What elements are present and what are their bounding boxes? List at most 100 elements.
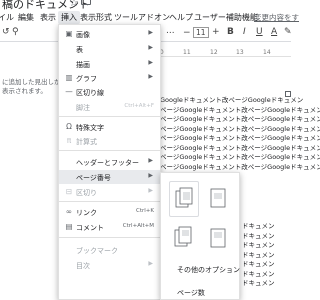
page-number-bottom-right-icon bbox=[174, 226, 192, 247]
menu-addons[interactable]: アドオン bbox=[138, 12, 170, 23]
menu-item-chart[interactable]: ▥ グラフ ▶ bbox=[59, 71, 160, 85]
page-number-option-footer-skip-first[interactable] bbox=[203, 221, 233, 257]
chevron-right-icon: ▶ bbox=[148, 260, 153, 267]
menu-file[interactable]: イル bbox=[0, 12, 14, 23]
menu-divider bbox=[59, 116, 160, 117]
menu-view[interactable]: 表示 bbox=[40, 12, 56, 23]
paint-format-icon[interactable]: ↺ bbox=[2, 27, 10, 37]
doc-line: ドキュメン bbox=[242, 269, 275, 278]
menu-help[interactable]: ヘルプ bbox=[169, 12, 193, 23]
menu-format[interactable]: 表示形式 bbox=[80, 12, 112, 23]
menu-item-horizontal-line[interactable]: — 区切り線 bbox=[59, 85, 160, 99]
doc-line: ドキュメン bbox=[242, 241, 275, 249]
italic-button[interactable]: I bbox=[243, 27, 246, 37]
page-number-option-header-skip-first[interactable] bbox=[203, 181, 233, 217]
menu-item-break[interactable]: ⊟ 区切り ▶ bbox=[59, 185, 160, 199]
menu-item-label: ブックマーク bbox=[76, 246, 118, 255]
outline-hint-line: に追加した見出しが bbox=[2, 78, 61, 86]
menu-item-page-numbers[interactable]: ページ番号 ▶ bbox=[59, 170, 160, 184]
ruler-mark: 11 bbox=[183, 49, 191, 56]
horizontal-line-icon: — bbox=[65, 87, 73, 96]
shortcut-label: Ctrl+K bbox=[135, 208, 154, 214]
outline-panel-hint: に追加した見出しが 表示されます。 bbox=[2, 78, 61, 96]
insert-menu: ▣ 画像 ▶ 表 ▶ 描画 ▶ ▥ グラフ ▶ — 区切り線 脚注 Ctrl+A… bbox=[58, 24, 161, 300]
image-icon: ▣ bbox=[65, 29, 73, 38]
outline-hint-line: 表示されます。 bbox=[2, 87, 47, 95]
menu-item-special-characters[interactable]: Ω 特殊文字 bbox=[59, 120, 160, 134]
page-count-item[interactable]: ページ数 bbox=[177, 288, 205, 298]
doc-line: ページGoogleドキュメント改ページGoogleドキュメン bbox=[160, 124, 320, 133]
menu-item-equation[interactable]: π 計算式 bbox=[59, 134, 160, 148]
menu-item-label: リンク bbox=[76, 208, 97, 217]
last-edit-link[interactable]: 変更内容をす bbox=[254, 12, 299, 23]
shortcut-label: Ctrl+Alt+M bbox=[122, 223, 154, 229]
menu-item-header-footer[interactable]: ヘッダーとフッター ▶ bbox=[59, 155, 160, 169]
document-body-lower[interactable]: ドキュメン ドキュメン ドキュメン ドキュメン ドキュメン ドキュメン ドキュメ… bbox=[242, 222, 275, 289]
menu-item-label: グラフ bbox=[76, 74, 97, 83]
menu-item-label: ページ番号 bbox=[76, 173, 111, 182]
underline-button[interactable]: U bbox=[256, 27, 263, 37]
more-options-link[interactable]: その他のオプション bbox=[177, 265, 240, 275]
menu-divider bbox=[59, 237, 160, 238]
menu-item-image[interactable]: ▣ 画像 ▶ bbox=[59, 27, 160, 41]
menu-item-bookmark[interactable]: ブックマーク bbox=[59, 243, 160, 257]
chart-icon: ▥ bbox=[65, 73, 73, 82]
ruler-mark: 14 bbox=[263, 49, 271, 56]
doc-line: ページGoogleドキュメント改ページGoogleドキュメン bbox=[160, 105, 320, 114]
menu-item-label: 画像 bbox=[76, 30, 90, 39]
link-icon: ∞ bbox=[65, 207, 73, 216]
chevron-right-icon: ▶ bbox=[148, 73, 153, 80]
menu-item-toc[interactable]: 目次 ▶ bbox=[59, 258, 160, 272]
ruler-mark: 12 bbox=[210, 49, 218, 56]
doc-line: ページGoogleドキュメント改ページGoogleドキュメン bbox=[160, 162, 320, 171]
text-color-button[interactable]: A bbox=[271, 27, 277, 37]
document-body[interactable]: Googleドキュメント改ページGoogleドキュメン ページGoogleドキュ… bbox=[160, 96, 320, 172]
menu-item-label: 描画 bbox=[76, 60, 90, 69]
decrease-font-button[interactable]: − bbox=[183, 28, 191, 38]
font-size-input[interactable]: 11 bbox=[193, 27, 209, 38]
paint-roller-icon[interactable]: ⚲ bbox=[12, 27, 19, 37]
chevron-right-icon: ▶ bbox=[148, 157, 153, 164]
doc-line: ドキュメン bbox=[242, 260, 275, 268]
menu-item-comment[interactable]: ▤ コメント Ctrl+Alt+M bbox=[59, 220, 160, 234]
menu-accessibility[interactable]: ユーザー補助機能 bbox=[194, 12, 258, 23]
menu-item-footnote[interactable]: 脚注 Ctrl+Alt+F bbox=[59, 100, 160, 114]
menu-item-label: 計算式 bbox=[76, 137, 97, 146]
doc-line: ページGoogleドキュメント改ページGoogleドキュメン bbox=[160, 115, 320, 123]
page-number-submenu: その他のオプション ページ数 bbox=[160, 172, 240, 300]
menu-insert[interactable]: 挿入 bbox=[58, 11, 80, 24]
doc-line: Googleドキュメント改ページGoogleドキュメン bbox=[160, 96, 304, 104]
menu-divider bbox=[59, 150, 160, 151]
page-number-bottom-right-skip-icon bbox=[210, 228, 226, 248]
menu-item-label: 特殊文字 bbox=[76, 123, 104, 132]
menu-item-table[interactable]: 表 ▶ bbox=[59, 42, 160, 56]
bold-button[interactable]: B bbox=[227, 27, 234, 37]
chevron-right-icon: ▶ bbox=[148, 172, 153, 179]
page-number-option-header-all[interactable] bbox=[169, 181, 199, 217]
menu-item-label: 目次 bbox=[76, 261, 90, 270]
highlight-icon[interactable]: ✎ bbox=[284, 27, 292, 37]
menu-item-label: ヘッダーとフッター bbox=[76, 158, 139, 167]
menu-item-drawing[interactable]: 描画 ▶ bbox=[59, 57, 160, 71]
page-number-option-footer-all[interactable] bbox=[169, 221, 199, 257]
chevron-right-icon: ▶ bbox=[148, 44, 153, 51]
menu-item-label: 区切り線 bbox=[76, 88, 104, 97]
move-folder-icon[interactable] bbox=[81, 0, 91, 5]
star-icon[interactable]: ☆ bbox=[69, 0, 79, 9]
menu-divider bbox=[59, 201, 160, 202]
omega-icon: Ω bbox=[66, 122, 72, 131]
ruler-mark: 13 bbox=[236, 49, 244, 56]
page-number-top-right-icon bbox=[175, 187, 193, 208]
menu-item-label: 脚注 bbox=[76, 103, 90, 112]
increase-font-button[interactable]: + bbox=[212, 27, 220, 37]
more-toolbar-button[interactable]: ... bbox=[166, 26, 175, 36]
menubar: イル 編集 表示 挿入 表示形式 ツール アドオン ヘルプ ユーザー補助機能 変… bbox=[0, 9, 299, 25]
chevron-right-icon: ▶ bbox=[148, 187, 153, 194]
menu-item-link[interactable]: ∞ リンク Ctrl+K bbox=[59, 205, 160, 219]
chevron-right-icon: ▶ bbox=[148, 29, 153, 36]
menu-tools[interactable]: ツール bbox=[114, 12, 138, 23]
comment-icon: ▤ bbox=[65, 222, 73, 231]
menu-edit[interactable]: 編集 bbox=[18, 12, 34, 23]
ruler[interactable]: 10 11 12 13 14 bbox=[150, 48, 291, 57]
shortcut-label: Ctrl+Alt+F bbox=[124, 103, 154, 109]
